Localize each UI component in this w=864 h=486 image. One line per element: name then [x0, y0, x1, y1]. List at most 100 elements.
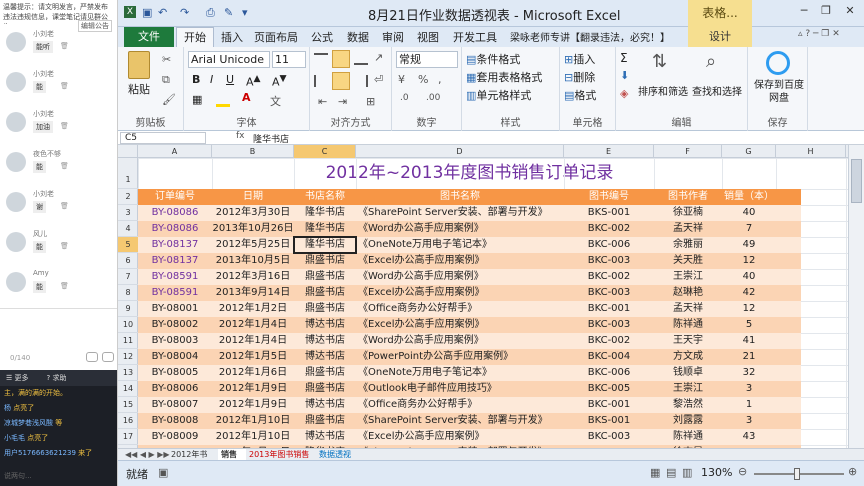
save-icon[interactable]: ▣ — [142, 6, 152, 19]
row-header[interactable]: 10 — [118, 317, 138, 333]
comment-user[interactable]: 凉城梦巷浅风酸 — [4, 419, 53, 427]
table-cell[interactable]: 3 — [722, 381, 776, 397]
table-cell[interactable]: BY-08137 — [138, 253, 212, 269]
font-color-icon[interactable]: A — [242, 91, 251, 104]
zoom-slider-handle[interactable] — [794, 468, 800, 480]
row-header[interactable]: 12 — [118, 349, 138, 365]
indent-increase-icon[interactable]: ⇥ — [338, 95, 347, 108]
table-cell[interactable]: 5 — [722, 317, 776, 333]
find-select-icon[interactable]: ⌕ — [706, 51, 716, 72]
table-cell[interactable]: BKC-002 — [564, 221, 654, 237]
table-cell[interactable]: BKC-004 — [564, 349, 654, 365]
table-cell[interactable]: 2012年5月25日 — [212, 237, 294, 253]
number-format-select[interactable]: 常规 — [396, 51, 458, 68]
table-cell[interactable]: 博达书店 — [294, 429, 356, 445]
column-header[interactable]: G — [722, 145, 776, 158]
table-cell[interactable]: 《Word办公高手应用案例》 — [356, 333, 564, 349]
table-cell[interactable]: 《Outlook电子邮件应用技巧》 — [356, 381, 564, 397]
table-cell[interactable]: 《SharePoint Server安装、部署与开发》 — [356, 413, 564, 429]
table-cell[interactable]: 鼎盛书店 — [294, 381, 356, 397]
table-cell[interactable]: BKS-001 — [564, 413, 654, 429]
page-break-view-icon[interactable]: ▥ — [682, 466, 692, 479]
row-header[interactable]: 8 — [118, 285, 138, 301]
gift-icon[interactable]: 🗑 — [60, 242, 69, 250]
zoom-level[interactable]: 130% — [701, 466, 732, 479]
column-header[interactable]: H — [776, 145, 846, 158]
table-cell[interactable]: 《PowerPoint办公高手应用案例》 — [356, 349, 564, 365]
zoom-in-icon[interactable]: ⊕ — [848, 465, 857, 478]
column-header[interactable]: E — [564, 145, 654, 158]
cut-icon[interactable]: ✂ — [162, 53, 171, 66]
align-middle-icon[interactable] — [332, 50, 350, 68]
gift-icon[interactable]: 🗑 — [60, 82, 69, 90]
table-cell[interactable]: 《Office商务办公好帮手》 — [356, 397, 564, 413]
comma-icon[interactable]: , — [438, 73, 442, 86]
minimize-icon[interactable]: ─ — [796, 4, 812, 20]
macro-record-icon[interactable]: ▣ — [158, 466, 168, 479]
table-cell[interactable]: 49 — [722, 237, 776, 253]
worksheet-grid[interactable]: 2012年~2013年度图书销售订单记录 订单编号 日期 书店名称 图书名称 图书编号图… — [138, 158, 864, 448]
merge-center-icon[interactable]: ⊞ — [366, 95, 375, 108]
table-cell[interactable]: BKC-003 — [564, 253, 654, 269]
table-cell[interactable]: BY-08002 — [138, 317, 212, 333]
table-cell[interactable]: 2012年1月9日 — [212, 381, 294, 397]
table-cell[interactable]: 黎浩然 — [654, 397, 722, 413]
table-cell[interactable]: 40 — [722, 269, 776, 285]
table-cell[interactable]: 博达书店 — [294, 333, 356, 349]
phonetic-icon[interactable]: 文 — [270, 93, 281, 109]
table-cell[interactable]: BY-08008 — [138, 413, 212, 429]
align-center-icon[interactable] — [332, 72, 350, 90]
table-cell[interactable]: 《Office商务办公好帮手》 — [356, 301, 564, 317]
undo-icon[interactable]: ↶ — [158, 6, 167, 19]
table-cell[interactable]: 2012年1月6日 — [212, 365, 294, 381]
align-top-icon[interactable] — [314, 53, 328, 65]
table-cell[interactable]: 隆华书店 — [294, 221, 356, 237]
copy-icon[interactable]: ⧉ — [162, 73, 170, 87]
table-cell[interactable]: 《Word办公高手应用案例》 — [356, 269, 564, 285]
insert-cells-button[interactable]: ⊞插入 — [564, 51, 595, 67]
table-header-cell[interactable]: 图书作者 — [654, 189, 722, 205]
delete-cells-button[interactable]: ⊟删除 — [564, 69, 595, 85]
table-cell[interactable]: 孟天祥 — [654, 301, 722, 317]
sort-filter-icon[interactable]: ⇅ — [652, 51, 667, 72]
table-cell[interactable]: BY-08006 — [138, 381, 212, 397]
save-to-baidu-button[interactable]: 保存到百度网盘 — [752, 79, 806, 105]
baidu-cloud-icon[interactable] — [766, 51, 790, 75]
clear-icon[interactable]: ◈ — [620, 87, 628, 100]
table-cell[interactable]: 32 — [722, 365, 776, 381]
more-button[interactable]: ☰ 更多 — [6, 373, 29, 383]
gift-icon[interactable]: 🗑 — [60, 42, 69, 50]
table-cell[interactable]: 2012年1月2日 — [212, 301, 294, 317]
tab-insert[interactable]: 插入 — [221, 29, 243, 45]
table-cell[interactable]: 2012年1月4日 — [212, 333, 294, 349]
table-cell[interactable]: 余雅丽 — [654, 237, 722, 253]
align-left-icon[interactable] — [314, 75, 328, 87]
table-cell[interactable]: BKC-003 — [564, 429, 654, 445]
table-cell[interactable]: 《Excel办公高手应用案例》 — [356, 429, 564, 445]
avatar[interactable] — [6, 72, 26, 92]
table-cell[interactable]: 《Excel办公高手应用案例》 — [356, 285, 564, 301]
table-cell[interactable]: 刘露露 — [654, 413, 722, 429]
table-cell[interactable]: BY-08591 — [138, 285, 212, 301]
table-cell[interactable]: 40 — [722, 205, 776, 221]
table-cell[interactable]: 陈祥通 — [654, 429, 722, 445]
table-cell[interactable]: 王崇江 — [654, 381, 722, 397]
table-cell[interactable]: BY-08137 — [138, 237, 212, 253]
avatar[interactable] — [6, 112, 26, 132]
table-cell[interactable]: 12 — [722, 253, 776, 269]
table-cell[interactable]: 王天宇 — [654, 333, 722, 349]
table-cell[interactable]: BY-08004 — [138, 349, 212, 365]
comment-user[interactable]: 杨 — [4, 404, 11, 412]
table-cell[interactable]: BY-08009 — [138, 429, 212, 445]
print-preview-icon[interactable]: ⎙ — [206, 6, 215, 20]
increase-font-icon[interactable]: A▲ — [246, 73, 261, 89]
ribbon-collapse-icon[interactable]: ▵ ? ─ ❐ ✕ — [798, 29, 840, 39]
table-cell[interactable]: 42 — [722, 285, 776, 301]
close-icon[interactable]: ✕ — [842, 4, 858, 20]
table-cell[interactable]: 赵琳艳 — [654, 285, 722, 301]
formula-input[interactable]: 隆华书店 — [253, 132, 289, 145]
format-cells-button[interactable]: ▤格式 — [564, 87, 596, 103]
comment-user[interactable]: 小毛毛 — [4, 434, 25, 442]
border-icon[interactable]: ▦ — [192, 93, 202, 106]
sort-filter-button[interactable]: 排序和筛选 — [638, 83, 688, 98]
